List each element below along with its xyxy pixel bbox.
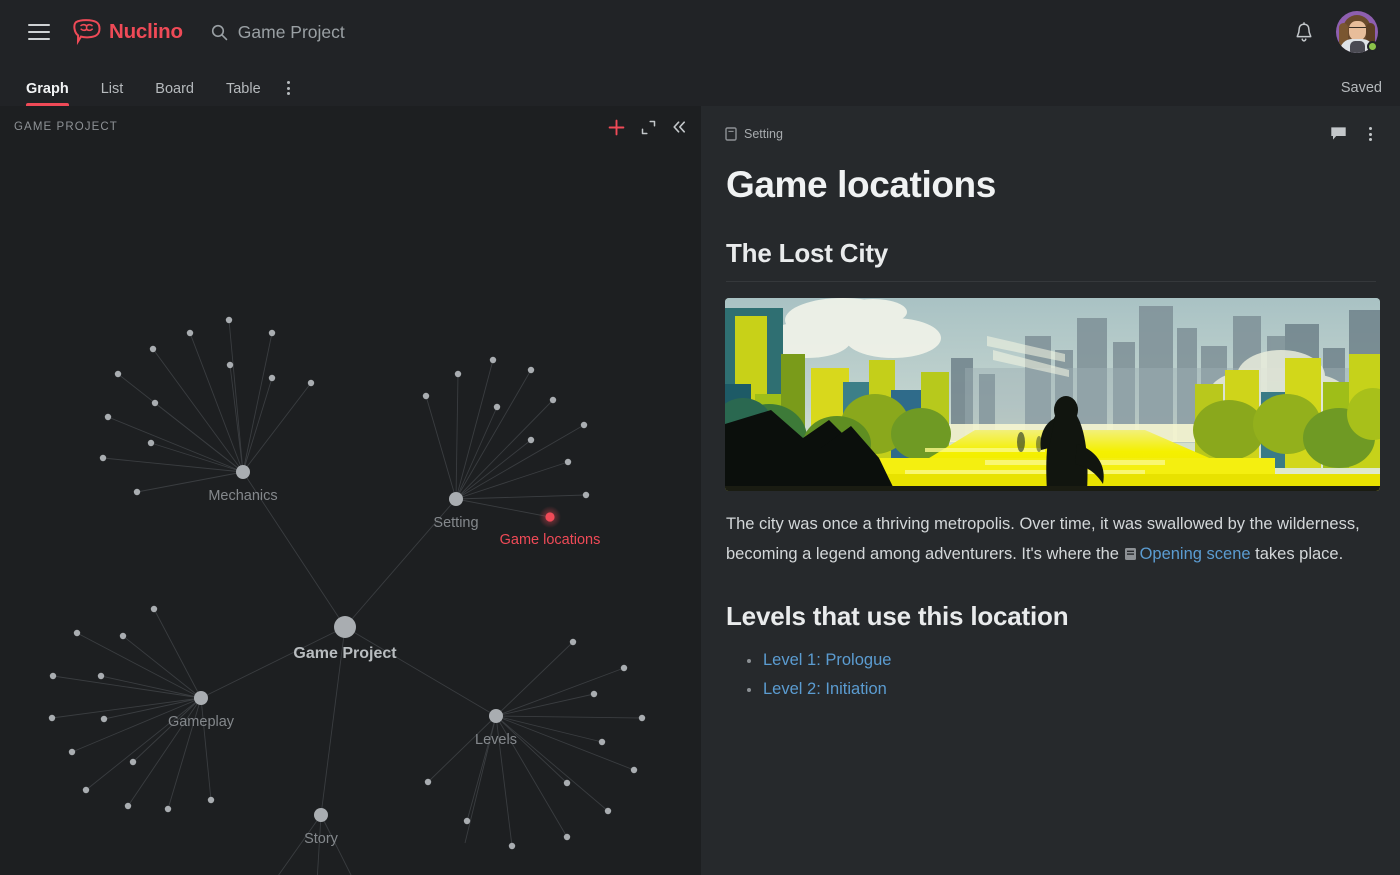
paragraph-text-after: takes place. (1250, 545, 1344, 563)
avatar[interactable] (1336, 11, 1378, 53)
top-bar: Nuclino Game Project (0, 0, 1400, 64)
chevrons-left-icon[interactable] (672, 120, 687, 134)
top-bar-right (1294, 11, 1382, 53)
breadcrumb-label: Setting (744, 127, 783, 141)
hamburger-icon[interactable] (28, 24, 50, 40)
plus-icon[interactable] (608, 119, 625, 136)
view-tab-bar: Graph List Board Table Saved (0, 64, 1400, 106)
graph-label-game-project: Game Project (293, 645, 397, 662)
levels-list: Level 1: Prologue Level 2: Initiation (747, 646, 1376, 704)
graph-panel-actions (608, 119, 687, 136)
list-item[interactable]: Level 2: Initiation (747, 675, 1376, 704)
list-item[interactable]: Level 1: Prologue (747, 646, 1376, 675)
lost-city-concept-art (725, 298, 1380, 491)
graph-label-mechanics: Mechanics (208, 488, 277, 504)
tab-table[interactable]: Table (210, 80, 277, 107)
graph-label-levels: Levels (475, 732, 517, 748)
document-icon (725, 127, 737, 141)
graph-panel-header: GAME PROJECT (0, 106, 701, 148)
breadcrumb[interactable]: Setting (725, 127, 783, 141)
graph-node-setting[interactable] (449, 492, 463, 506)
brand-logo[interactable]: Nuclino (72, 19, 183, 45)
tab-graph[interactable]: Graph (10, 80, 85, 107)
tab-list[interactable]: List (85, 80, 140, 107)
save-status: Saved (1340, 80, 1382, 96)
section-heading-the-lost-city: The Lost City (726, 238, 1376, 282)
status-badge (1367, 41, 1378, 52)
search-icon (211, 24, 228, 40)
graph-node-story[interactable] (314, 808, 328, 822)
brand-name: Nuclino (109, 20, 183, 43)
view-tabs: Graph List Board Table (10, 81, 300, 106)
search-input[interactable]: Game Project (211, 22, 345, 43)
document-panel: Setting Game locations The Lost City The… (701, 106, 1400, 875)
document-icon (1124, 548, 1136, 560)
tab-board[interactable]: Board (139, 80, 210, 107)
document-actions (1330, 125, 1376, 143)
level-1-link[interactable]: Level 1: Prologue (763, 651, 891, 669)
more-vertical-icon[interactable] (1367, 125, 1374, 143)
graph-leaf-nodes (48, 316, 646, 850)
comment-bubble-icon[interactable] (1330, 126, 1347, 142)
more-vertical-icon[interactable] (277, 81, 300, 106)
knowledge-graph[interactable]: Game Project Mechanics Setting Gameplay … (0, 106, 701, 875)
graph-node-game-locations[interactable] (539, 506, 561, 528)
section-heading-levels: Levels that use this location (726, 601, 1069, 631)
graph-node-levels[interactable] (489, 709, 503, 723)
graph-label-game-locations: Game locations (500, 532, 601, 548)
tab-graph-label: Graph (26, 80, 69, 97)
graph-label-setting: Setting (433, 515, 478, 531)
section-paragraph: The city was once a thriving metropolis.… (726, 509, 1376, 569)
graph-node-mechanics[interactable] (236, 465, 250, 479)
graph-node-gameplay[interactable] (194, 691, 208, 705)
graph-label-gameplay: Gameplay (168, 714, 235, 730)
graph-panel-title: GAME PROJECT (14, 121, 118, 133)
tab-table-label: Table (225, 80, 261, 97)
graph-panel: GAME PROJECT Game Project Mechanics Sett… (0, 106, 701, 875)
brain-speech-bubble-icon (73, 19, 101, 45)
graph-node-game-project[interactable] (334, 616, 356, 638)
search-value: Game Project (237, 21, 345, 42)
expand-icon[interactable] (641, 120, 656, 135)
tab-board-label: Board (155, 80, 194, 97)
tab-list-label: List (100, 80, 124, 97)
page-title: Game locations (726, 164, 996, 205)
level-2-link[interactable]: Level 2: Initiation (763, 680, 887, 698)
graph-label-story: Story (304, 831, 339, 847)
opening-scene-link[interactable]: Opening scene (1140, 545, 1251, 563)
graph-edges (51, 319, 643, 875)
main-split: GAME PROJECT Game Project Mechanics Sett… (0, 106, 1400, 875)
bell-icon[interactable] (1294, 21, 1314, 43)
document-header: Setting (725, 106, 1376, 150)
graph-node-labels: Game Project Mechanics Setting Gameplay … (168, 488, 601, 847)
